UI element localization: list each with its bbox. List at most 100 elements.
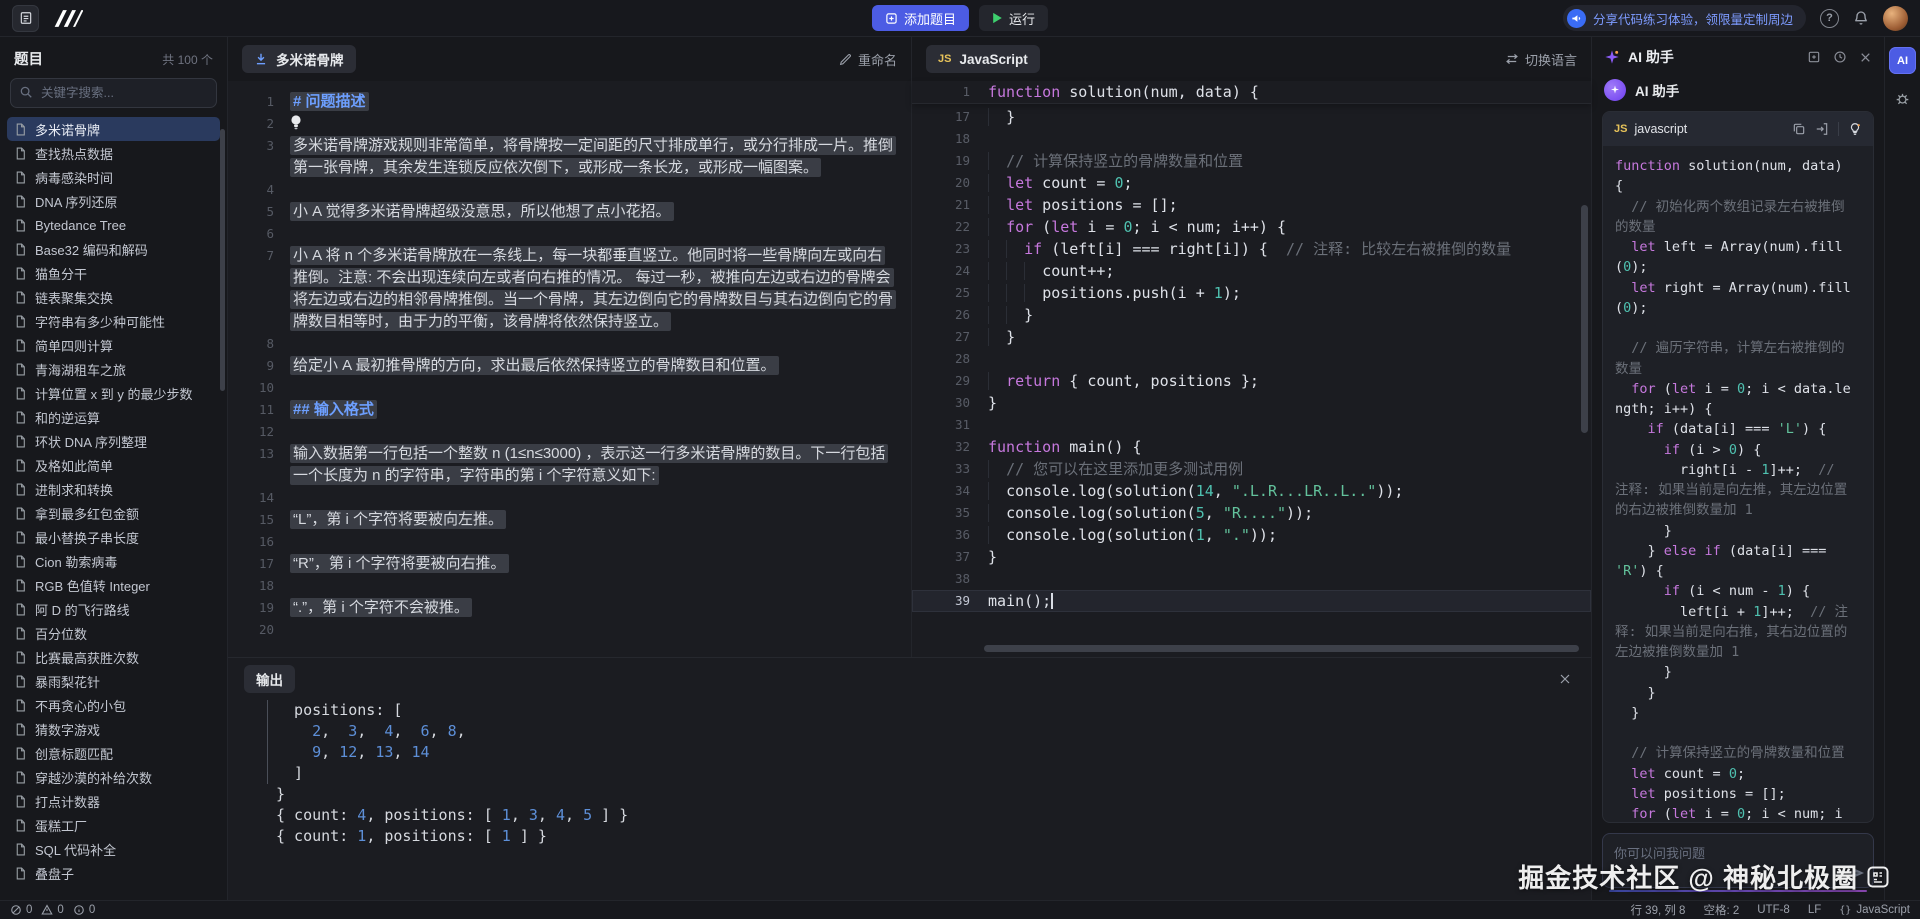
code-line[interactable]: 37} xyxy=(912,546,1591,568)
debug-bug-icon[interactable] xyxy=(1894,90,1911,107)
problem-line[interactable]: 12 xyxy=(228,421,911,443)
sidebar-item[interactable]: 创意标题匹配 xyxy=(7,741,220,765)
code-line[interactable]: 28 xyxy=(912,348,1591,370)
problems-error-count[interactable]: 0 xyxy=(10,904,32,916)
problem-line[interactable]: 4 xyxy=(228,179,911,201)
sidebar-item[interactable]: RGB 色值转 Integer xyxy=(7,573,220,597)
problem-line[interactable]: 3多米诺骨牌游戏规则非常简单，将骨牌按一定间距的尺寸排成单行，或分行排成一片。推… xyxy=(228,135,911,179)
problem-line[interactable]: 9给定小 A 最初推骨牌的方向，求出最后依然保持竖立的骨牌数目和位置。 xyxy=(228,355,911,377)
problem-line[interactable]: 8 xyxy=(228,333,911,355)
search-input[interactable] xyxy=(10,78,217,108)
sidebar-item[interactable]: 阿 D 的飞行路线 xyxy=(7,597,220,621)
sidebar-item[interactable]: 叠盘子 xyxy=(7,861,220,885)
sidebar-item[interactable]: 链表聚集交换 xyxy=(7,285,220,309)
problems-warning-count[interactable]: 0 xyxy=(41,904,63,916)
sidebar-item[interactable]: 打点计数器 xyxy=(7,789,220,813)
sidebar-item[interactable]: 病毒感染时间 xyxy=(7,165,220,189)
sidebar-item[interactable]: 及格如此简单 xyxy=(7,453,220,477)
sidebar-item[interactable]: 猜数字游戏 xyxy=(7,717,220,741)
sidebar-item[interactable]: 字符串有多少种可能性 xyxy=(7,309,220,333)
sidebar-item[interactable]: 猫鱼分干 xyxy=(7,261,220,285)
insert-code-icon[interactable] xyxy=(1815,122,1829,136)
sidebar-item[interactable]: 拿到最多红包金额 xyxy=(7,501,220,525)
problem-tab[interactable]: 多米诺骨牌 xyxy=(242,45,356,73)
code-line[interactable]: 25 positions.push(i + 1); xyxy=(912,282,1591,304)
app-logo[interactable] xyxy=(53,10,83,27)
code-line[interactable]: 23 if (left[i] === right[i]) { // 注释: 比较… xyxy=(912,238,1591,260)
code-line[interactable]: 19 // 计算保持竖立的骨牌数量和位置 xyxy=(912,150,1591,172)
problem-line[interactable]: 6 xyxy=(228,223,911,245)
sidebar-item[interactable]: 青海湖租车之旅 xyxy=(7,357,220,381)
sidebar-item[interactable]: 多米诺骨牌 xyxy=(7,117,220,141)
close-assistant-icon[interactable] xyxy=(1859,51,1872,64)
sidebar-item[interactable]: 简单四则计算 xyxy=(7,333,220,357)
sidebar-item[interactable]: Bytedance Tree xyxy=(7,213,220,237)
sidebar-item[interactable]: 进制求和转换 xyxy=(7,477,220,501)
sidebar-item[interactable]: 比赛最高获胜次数 xyxy=(7,645,220,669)
sidebar-item[interactable]: 查找热点数据 xyxy=(7,141,220,165)
code-line[interactable]: 27 } xyxy=(912,326,1591,348)
code-line[interactable]: 33 // 您可以在这里添加更多测试用例 xyxy=(912,458,1591,480)
problem-line[interactable]: 17“R”，第 i 个字符将要被向右推。 xyxy=(228,553,911,575)
code-line[interactable]: 34 console.log(solution(14, ".L.R...LR..… xyxy=(912,480,1591,502)
indent-setting[interactable]: 空格: 2 xyxy=(1703,902,1739,918)
problem-line[interactable]: 18 xyxy=(228,575,911,597)
open-in-window-icon[interactable] xyxy=(1807,50,1821,64)
code-line[interactable]: 29 return { count, positions }; xyxy=(912,370,1591,392)
code-line[interactable]: 36 console.log(solution(1, ".")); xyxy=(912,524,1591,546)
send-icon[interactable] xyxy=(1850,865,1866,881)
problem-line[interactable]: 20 xyxy=(228,619,911,641)
problem-line[interactable]: 5小 A 觉得多米诺骨牌超级没意思，所以他想了点小花招。 xyxy=(228,201,911,223)
copy-icon[interactable] xyxy=(1792,122,1806,136)
sidebar-item[interactable]: 穿越沙漠的补给次数 xyxy=(7,765,220,789)
sidebar-item[interactable]: Base32 编码和解码 xyxy=(7,237,220,261)
code-line[interactable]: 17 } xyxy=(912,106,1591,128)
code-line[interactable]: 18 xyxy=(912,128,1591,150)
output-tab[interactable]: 输出 xyxy=(244,665,295,693)
problem-line[interactable]: 14 xyxy=(228,487,911,509)
add-problem-button[interactable]: 添加题目 xyxy=(872,5,969,31)
close-output-button[interactable] xyxy=(1555,669,1575,689)
editor-horizontal-scrollbar[interactable] xyxy=(984,645,1579,652)
language-mode[interactable]: {} JavaScript xyxy=(1839,904,1910,916)
sidebar-item[interactable]: 计算位置 x 到 y 的最少步数 xyxy=(7,381,220,405)
sidebar-item[interactable]: 蛋糕工厂 xyxy=(7,813,220,837)
problem-line[interactable]: 16 xyxy=(228,531,911,553)
code-line[interactable]: 26 } xyxy=(912,304,1591,326)
user-avatar[interactable] xyxy=(1883,6,1908,31)
lightbulb-icon[interactable] xyxy=(1848,122,1862,136)
sidebar-scrollbar[interactable] xyxy=(220,129,225,391)
problem-line[interactable]: 19“.”，第 i 个字符不会被推。 xyxy=(228,597,911,619)
editor-vertical-scrollbar[interactable] xyxy=(1581,205,1588,433)
eol-setting[interactable]: LF xyxy=(1808,904,1821,916)
ask-ai-input[interactable] xyxy=(1603,834,1873,887)
sidebar-item[interactable]: 百分位数 xyxy=(7,621,220,645)
run-button[interactable]: 运行 xyxy=(979,5,1048,31)
cursor-position[interactable]: 行 39, 列 8 xyxy=(1630,902,1685,918)
help-button[interactable]: ? xyxy=(1820,9,1839,28)
code-line[interactable]: 30} xyxy=(912,392,1591,414)
sidebar-item[interactable]: 不再贪心的小包 xyxy=(7,693,220,717)
code-line[interactable]: 24 count++; xyxy=(912,260,1591,282)
code-line[interactable]: 39main(); xyxy=(912,590,1591,612)
sidebar-item[interactable]: Cion 勒索病毒 xyxy=(7,549,220,573)
workspace-menu-button[interactable] xyxy=(12,5,39,32)
problem-line[interactable]: 7小 A 将 n 个多米诺骨牌放在一条线上，每一块都垂直竖立。他同时将一些骨牌向… xyxy=(228,245,911,333)
sticky-code-line[interactable]: 1function solution(num, data) { xyxy=(912,81,1591,104)
problem-line[interactable]: 1# 问题描述 xyxy=(228,91,911,113)
code-line[interactable]: 38 xyxy=(912,568,1591,590)
sidebar-item[interactable]: SQL 代码补全 xyxy=(7,837,220,861)
switch-language-button[interactable]: 切换语言 xyxy=(1505,50,1577,69)
code-line[interactable]: 21 let positions = []; xyxy=(912,194,1591,216)
sidebar-item[interactable]: 环状 DNA 序列整理 xyxy=(7,429,220,453)
ai-rail-button[interactable]: AI xyxy=(1889,47,1916,74)
code-line[interactable]: 35 console.log(solution(5, "R....")); xyxy=(912,502,1591,524)
problems-info-count[interactable]: 0 xyxy=(73,904,95,916)
problem-line[interactable]: 2 xyxy=(228,113,911,135)
sidebar-item[interactable]: 暴雨梨花针 xyxy=(7,669,220,693)
language-tab[interactable]: JS JavaScript xyxy=(926,45,1040,73)
promo-banner[interactable]: 分享代码练习体验，领限量定制周边 xyxy=(1563,5,1806,31)
bell-icon[interactable] xyxy=(1853,10,1869,26)
rename-button[interactable]: 重命名 xyxy=(839,50,897,69)
problem-line[interactable]: 11## 输入格式 xyxy=(228,399,911,421)
